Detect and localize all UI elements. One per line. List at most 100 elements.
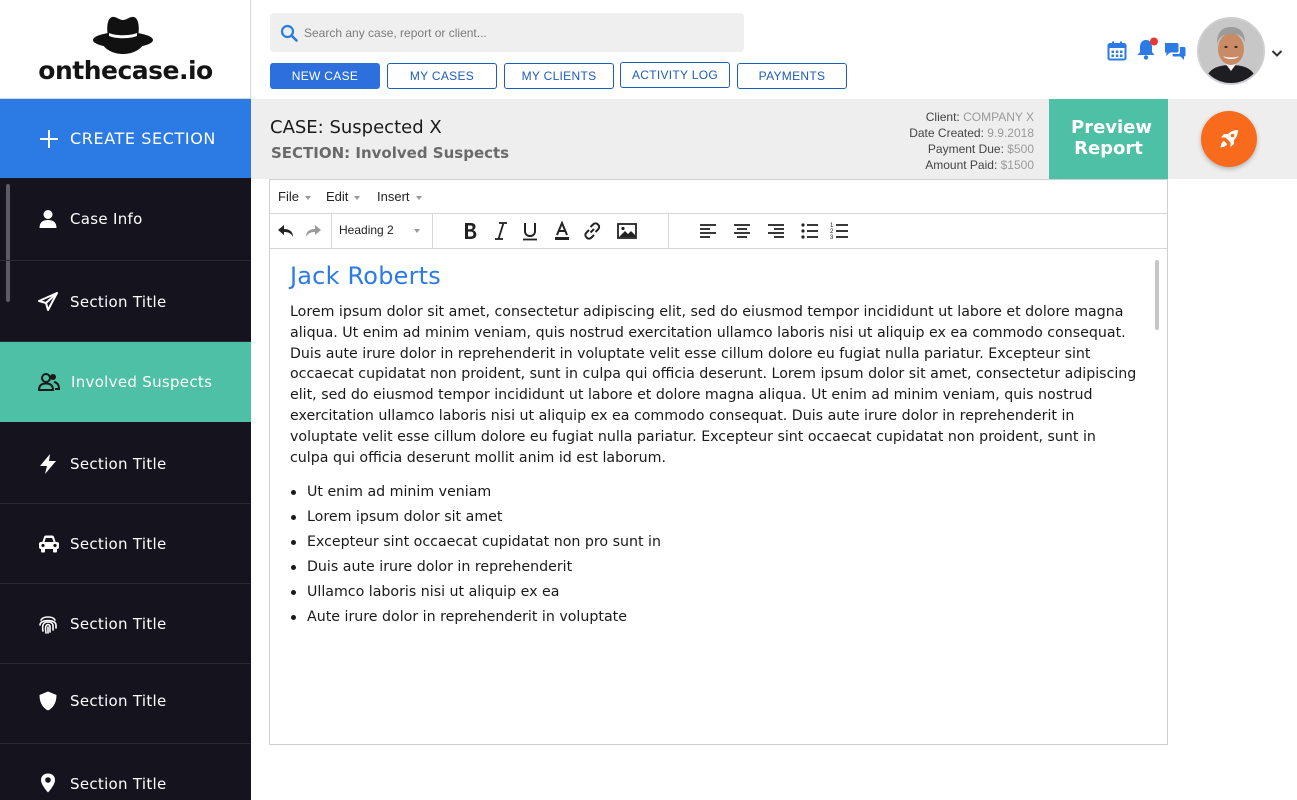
list-item: Lorem ipsum dolor sit amet xyxy=(290,505,1138,530)
menu-edit-label: Edit xyxy=(326,189,349,204)
my-clients-button[interactable]: MY CLIENTS xyxy=(504,63,614,89)
create-section-label: CREATE SECTION xyxy=(70,129,216,148)
brand-name: onthecase.io xyxy=(38,56,213,85)
align-right-icon[interactable] xyxy=(765,221,787,241)
sidebar-item-section[interactable]: Section Title xyxy=(0,261,251,342)
list-item: Aute irure dolor in reprehenderit in vol… xyxy=(290,605,1138,630)
plus-icon xyxy=(40,130,58,148)
users-icon xyxy=(38,373,60,391)
document-heading: Jack Roberts xyxy=(290,262,441,290)
underline-icon[interactable] xyxy=(519,221,541,241)
sidebar-item-section[interactable]: Section Title xyxy=(0,584,251,664)
client-label: Client: xyxy=(925,110,960,124)
numbered-list-icon[interactable]: 1 2 3 xyxy=(829,221,851,241)
map-pin-icon xyxy=(41,773,55,793)
rocket-icon xyxy=(1220,130,1238,148)
case-section-title: SECTION: Involved Suspects xyxy=(271,144,510,162)
my-cases-button[interactable]: MY CASES xyxy=(387,63,497,89)
sidebar-item-label: Section Title xyxy=(70,692,167,710)
sidebar-item-section[interactable]: Section Title xyxy=(0,422,251,504)
list-item: Excepteur sint occaecat cupidatat non pr… xyxy=(290,530,1138,555)
new-case-button[interactable]: NEW CASE xyxy=(270,63,380,89)
document-paragraph: Lorem ipsum dolor sit amet, consectetur … xyxy=(290,304,1137,466)
avatar[interactable] xyxy=(1197,17,1265,85)
editor-menubar: File Edit Insert xyxy=(270,180,1167,214)
search-box[interactable] xyxy=(270,13,744,52)
activity-log-button[interactable]: ACTIVITY LOG xyxy=(620,62,730,88)
undo-icon[interactable] xyxy=(276,221,298,241)
sidebar: Case Info Section Title Involved Suspect… xyxy=(0,178,251,800)
format-select[interactable]: Heading 2 xyxy=(332,214,432,248)
menu-file[interactable]: File xyxy=(278,189,311,204)
toolbar-separator xyxy=(668,214,669,248)
sidebar-item-label: Section Title xyxy=(70,455,167,473)
image-icon[interactable] xyxy=(616,221,638,241)
align-left-icon[interactable] xyxy=(697,221,719,241)
shield-icon xyxy=(39,691,57,711)
case-meta: Client: COMPANY X Date Created: 9.9.2018… xyxy=(909,109,1034,173)
format-select-value: Heading 2 xyxy=(339,223,394,237)
list-item: Duis aute irure dolor in reprehenderit xyxy=(290,555,1138,580)
editor-content[interactable]: Jack Roberts Lorem ipsum dolor sit amet,… xyxy=(290,262,1138,630)
bullet-list-icon[interactable] xyxy=(799,221,821,241)
sidebar-item-label: Section Title xyxy=(70,775,167,793)
payment-due-value: $500 xyxy=(1007,142,1034,156)
create-section-button[interactable]: CREATE SECTION xyxy=(0,99,251,178)
notification-dot xyxy=(1150,37,1158,46)
fingerprint-icon xyxy=(39,616,57,634)
list-item: Ut enim ad minim veniam xyxy=(290,480,1138,505)
redo-icon[interactable] xyxy=(301,221,323,241)
case-title: CASE: Suspected X xyxy=(270,117,442,138)
sidebar-item-case-info[interactable]: Case Info xyxy=(0,178,251,261)
editor-scrollbar[interactable] xyxy=(1155,260,1159,330)
sidebar-item-label: Case Info xyxy=(70,210,143,228)
menu-edit[interactable]: Edit xyxy=(326,189,361,204)
bold-icon[interactable] xyxy=(459,221,481,241)
sidebar-item-section[interactable]: Section Title xyxy=(0,664,251,744)
caret-icon xyxy=(354,195,361,200)
payments-button[interactable]: PAYMENTS xyxy=(737,63,847,89)
app-root: onthecase.io NEW CASE MY CASES MY CLIENT… xyxy=(0,0,1297,800)
caret-icon xyxy=(415,195,422,200)
date-created-label: Date Created: xyxy=(909,126,984,140)
car-icon xyxy=(39,535,59,553)
rich-text-editor[interactable]: File Edit Insert Heading 2 1 2 3 Jack Ro… xyxy=(269,179,1168,745)
menu-insert[interactable]: Insert xyxy=(377,189,422,204)
link-icon[interactable] xyxy=(581,221,603,241)
sidebar-item-involved-suspects[interactable]: Involved Suspects xyxy=(0,342,251,422)
calendar-icon[interactable] xyxy=(1106,40,1128,62)
editor-toolbar: Heading 2 1 2 3 xyxy=(270,214,1167,249)
search-icon xyxy=(280,24,298,42)
bell-icon[interactable] xyxy=(1135,37,1159,61)
italic-icon[interactable] xyxy=(490,221,512,241)
sidebar-item-label: Section Title xyxy=(70,615,167,633)
preview-report-button[interactable]: Preview Report xyxy=(1049,99,1168,179)
menu-insert-label: Insert xyxy=(377,189,410,204)
align-center-icon[interactable] xyxy=(731,221,753,241)
date-created-value: 9.9.2018 xyxy=(987,126,1034,140)
search-input[interactable] xyxy=(304,13,734,52)
detective-hat-icon xyxy=(93,16,153,54)
lightning-icon xyxy=(40,454,56,474)
chat-icon[interactable] xyxy=(1164,40,1186,62)
toolbar-separator xyxy=(432,214,433,248)
svg-text:3: 3 xyxy=(830,235,834,241)
payment-due-label: Payment Due: xyxy=(927,142,1004,156)
caret-icon xyxy=(414,229,420,233)
sidebar-item-label: Section Title xyxy=(70,535,167,553)
user-photo xyxy=(1199,19,1263,83)
client-value: COMPANY X xyxy=(963,110,1034,124)
menu-file-label: File xyxy=(278,189,299,204)
sidebar-item-section[interactable]: Section Title xyxy=(0,744,251,800)
amount-paid-label: Amount Paid: xyxy=(925,158,998,172)
text-color-icon[interactable] xyxy=(551,221,573,241)
logo-area[interactable]: onthecase.io xyxy=(0,0,251,99)
document-bullet-list: Ut enim ad minim veniam Lorem ipsum dolo… xyxy=(290,480,1138,630)
sidebar-item-section[interactable]: Section Title xyxy=(0,504,251,584)
list-item: Ullamco laboris nisi ut aliquip ex ea xyxy=(290,580,1138,605)
paper-plane-icon xyxy=(38,292,58,311)
chevron-down-icon[interactable] xyxy=(1270,46,1284,60)
case-header: CASE: Suspected X SECTION: Involved Susp… xyxy=(251,99,1297,179)
publish-button[interactable] xyxy=(1201,111,1257,167)
caret-icon xyxy=(304,195,311,200)
